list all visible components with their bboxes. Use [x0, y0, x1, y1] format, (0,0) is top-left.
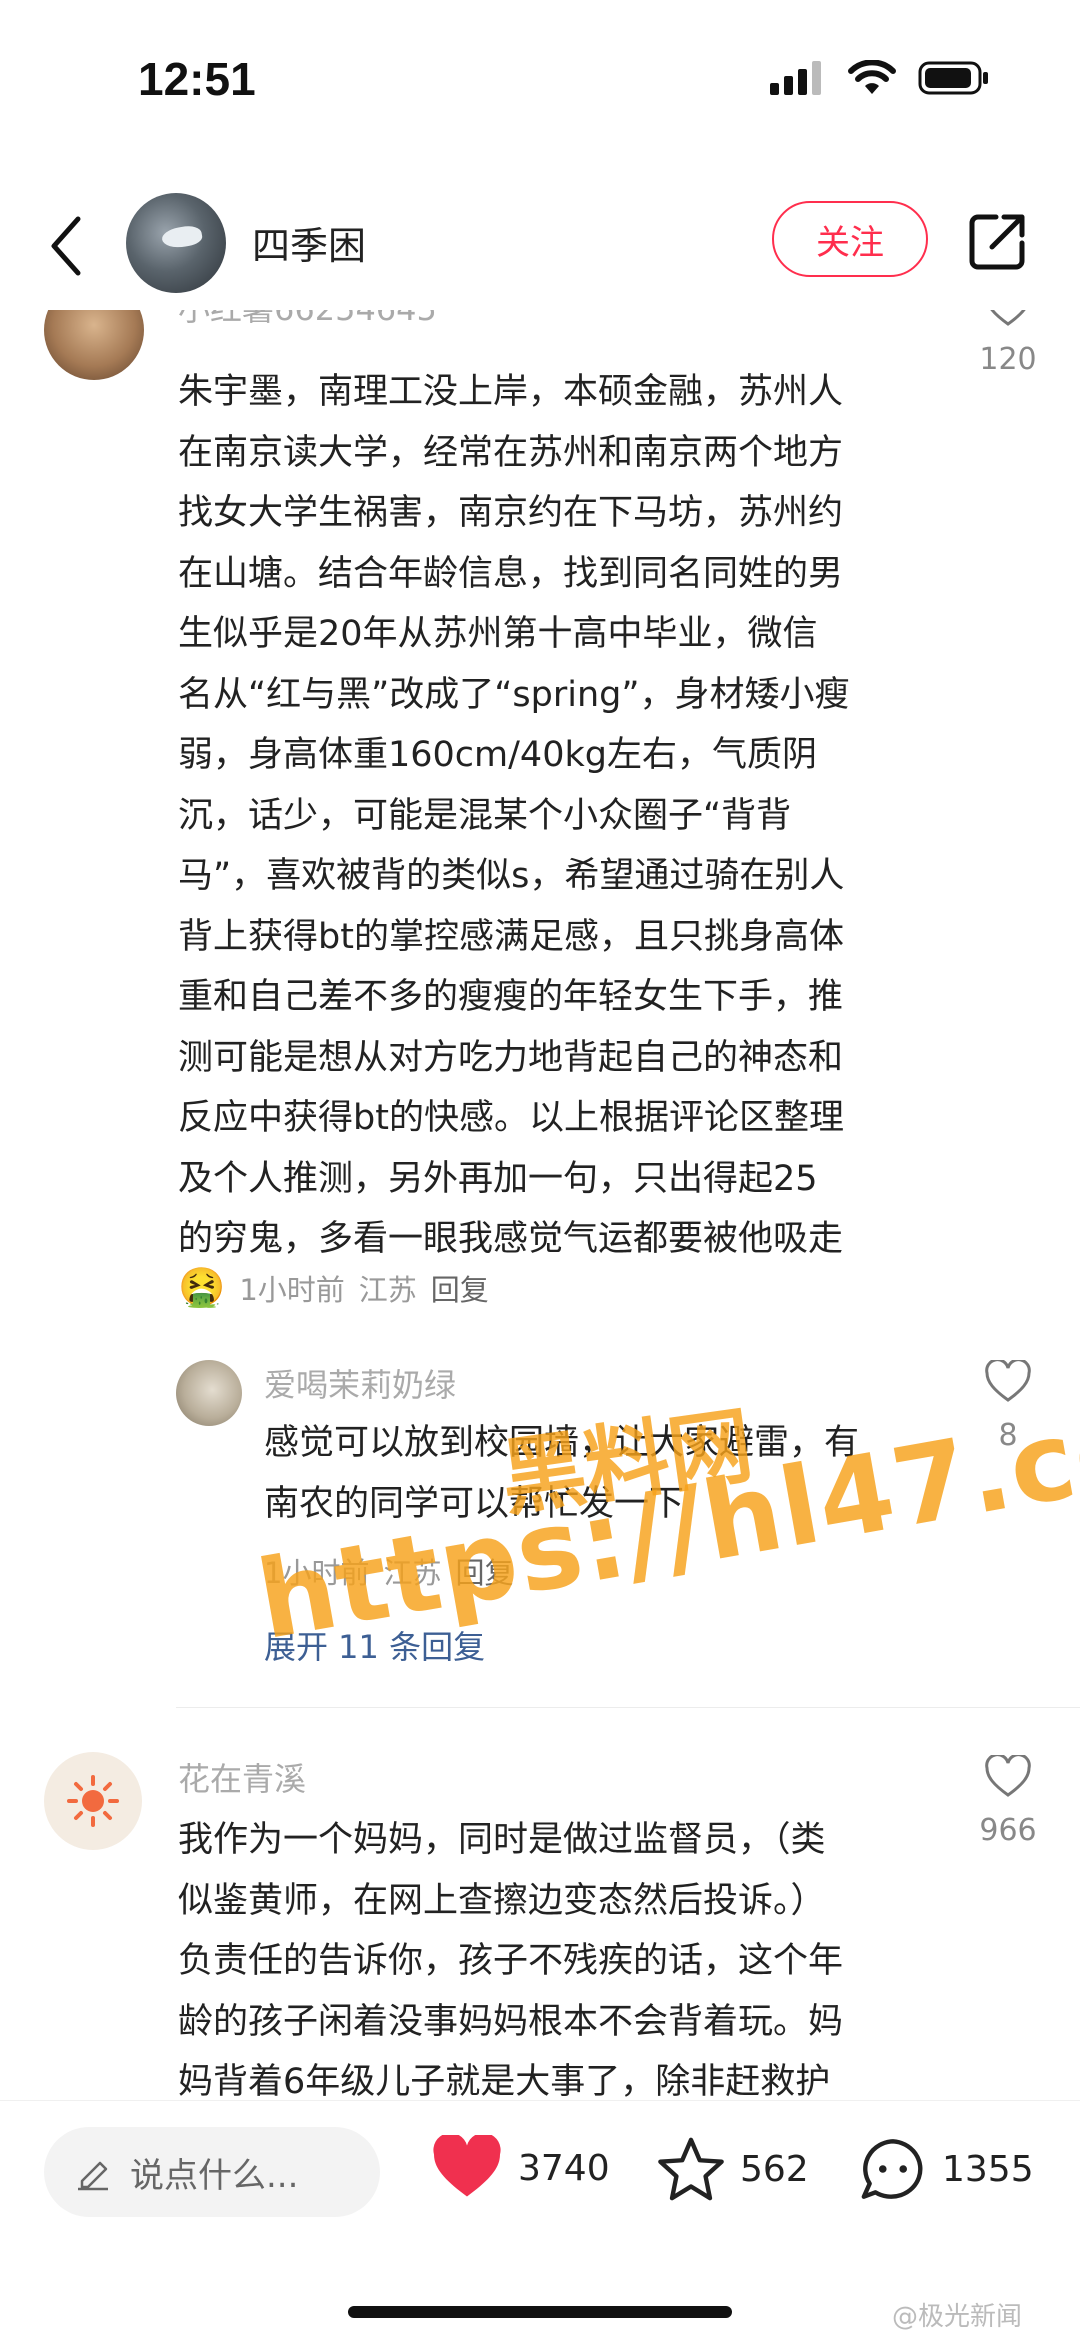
- comment-time: 1小时前: [239, 1272, 345, 1307]
- like-count: 966: [979, 1813, 1037, 1848]
- author-avatar[interactable]: [126, 193, 226, 293]
- comment-action[interactable]: 1355: [858, 2135, 1034, 2203]
- comment-like[interactable]: 120: [968, 310, 1048, 377]
- favorite-action[interactable]: 562: [656, 2135, 809, 2203]
- replier-name[interactable]: 爱喝茉莉奶绿: [264, 1360, 456, 1406]
- commenter-avatar[interactable]: [44, 1752, 142, 1850]
- back-icon[interactable]: [42, 211, 92, 281]
- reply-meta: 1小时前 江苏 回复: [264, 1550, 513, 1592]
- comment-location: 江苏: [358, 1272, 417, 1307]
- like-count: 8: [998, 1418, 1018, 1453]
- like-action[interactable]: 3740: [430, 2135, 610, 2201]
- comment-input-placeholder: 说点什么...: [130, 2155, 299, 2196]
- follow-button[interactable]: 关注: [772, 201, 928, 277]
- note-header: 四季困 关注: [0, 185, 1080, 305]
- expand-replies-link[interactable]: 展开 11 条回复: [264, 1622, 485, 1668]
- comment-text: 我作为一个妈妈，同时是做过监督员，（类 似鉴黄师，在网上查擦边变态然后投诉。） …: [178, 1820, 844, 2100]
- reply-like[interactable]: 8: [968, 1360, 1048, 1453]
- status-bar: 12:51: [0, 0, 1080, 150]
- replier-avatar[interactable]: [176, 1360, 242, 1426]
- star-outline-icon[interactable]: [656, 2135, 726, 2203]
- corner-watermark: @极光新闻: [892, 2302, 1023, 2332]
- reply-button[interactable]: 回复: [431, 1267, 489, 1309]
- comment-bubble-icon[interactable]: [858, 2135, 928, 2203]
- home-indicator: [348, 2306, 732, 2318]
- wifi-icon: [848, 60, 896, 94]
- heart-filled-icon[interactable]: [430, 2135, 504, 2201]
- comment-like[interactable]: 966: [968, 1755, 1048, 1848]
- reply-button[interactable]: 回复: [455, 1550, 513, 1592]
- heart-outline-icon[interactable]: [984, 1360, 1032, 1404]
- favorite-total: 562: [740, 2148, 809, 2190]
- like-total: 3740: [518, 2147, 610, 2189]
- status-icons: [770, 60, 990, 96]
- comment-list[interactable]: 小红薯66254645 朱宇墨，南理工没上岸，本硕金融，苏州人 在南京读大学，经…: [0, 310, 1080, 2100]
- reply-text: 感觉可以放到校园墙，让大家避雷，有 南农的同学可以帮忙发一下: [264, 1423, 860, 1524]
- reply-time: 1小时前: [264, 1556, 370, 1590]
- heart-outline-icon[interactable]: [984, 310, 1032, 328]
- author-name[interactable]: 四季困: [252, 215, 366, 270]
- comment-divider: [176, 1707, 1080, 1708]
- commenter-avatar[interactable]: [44, 310, 144, 380]
- cellular-signal-icon: [770, 61, 821, 95]
- comment-total: 1355: [942, 2148, 1034, 2190]
- reply-location: 江苏: [383, 1556, 442, 1590]
- like-count: 120: [979, 342, 1037, 377]
- vomit-emoji-icon: 🤮: [178, 1265, 226, 1309]
- status-time: 12:51: [138, 53, 256, 105]
- pencil-icon: [78, 2161, 108, 2191]
- comment-text: 朱宇墨，南理工没上岸，本硕金融，苏州人 在南京读大学，经常在苏州和南京两个地方 …: [178, 372, 850, 1259]
- comment-meta: 🤮 1小时前 江苏 回复: [178, 1265, 489, 1310]
- share-icon[interactable]: [968, 211, 1028, 271]
- bottom-action-bar: 说点什么... 3740 562 1355: [0, 2100, 1080, 2217]
- comment-input[interactable]: 说点什么...: [44, 2127, 380, 2217]
- commenter-name[interactable]: 花在青溪: [178, 1754, 306, 1800]
- commenter-name[interactable]: 小红薯66254645: [178, 310, 437, 330]
- heart-outline-icon[interactable]: [984, 1755, 1032, 1799]
- sun-icon: [67, 1775, 119, 1827]
- battery-icon: [918, 61, 988, 95]
